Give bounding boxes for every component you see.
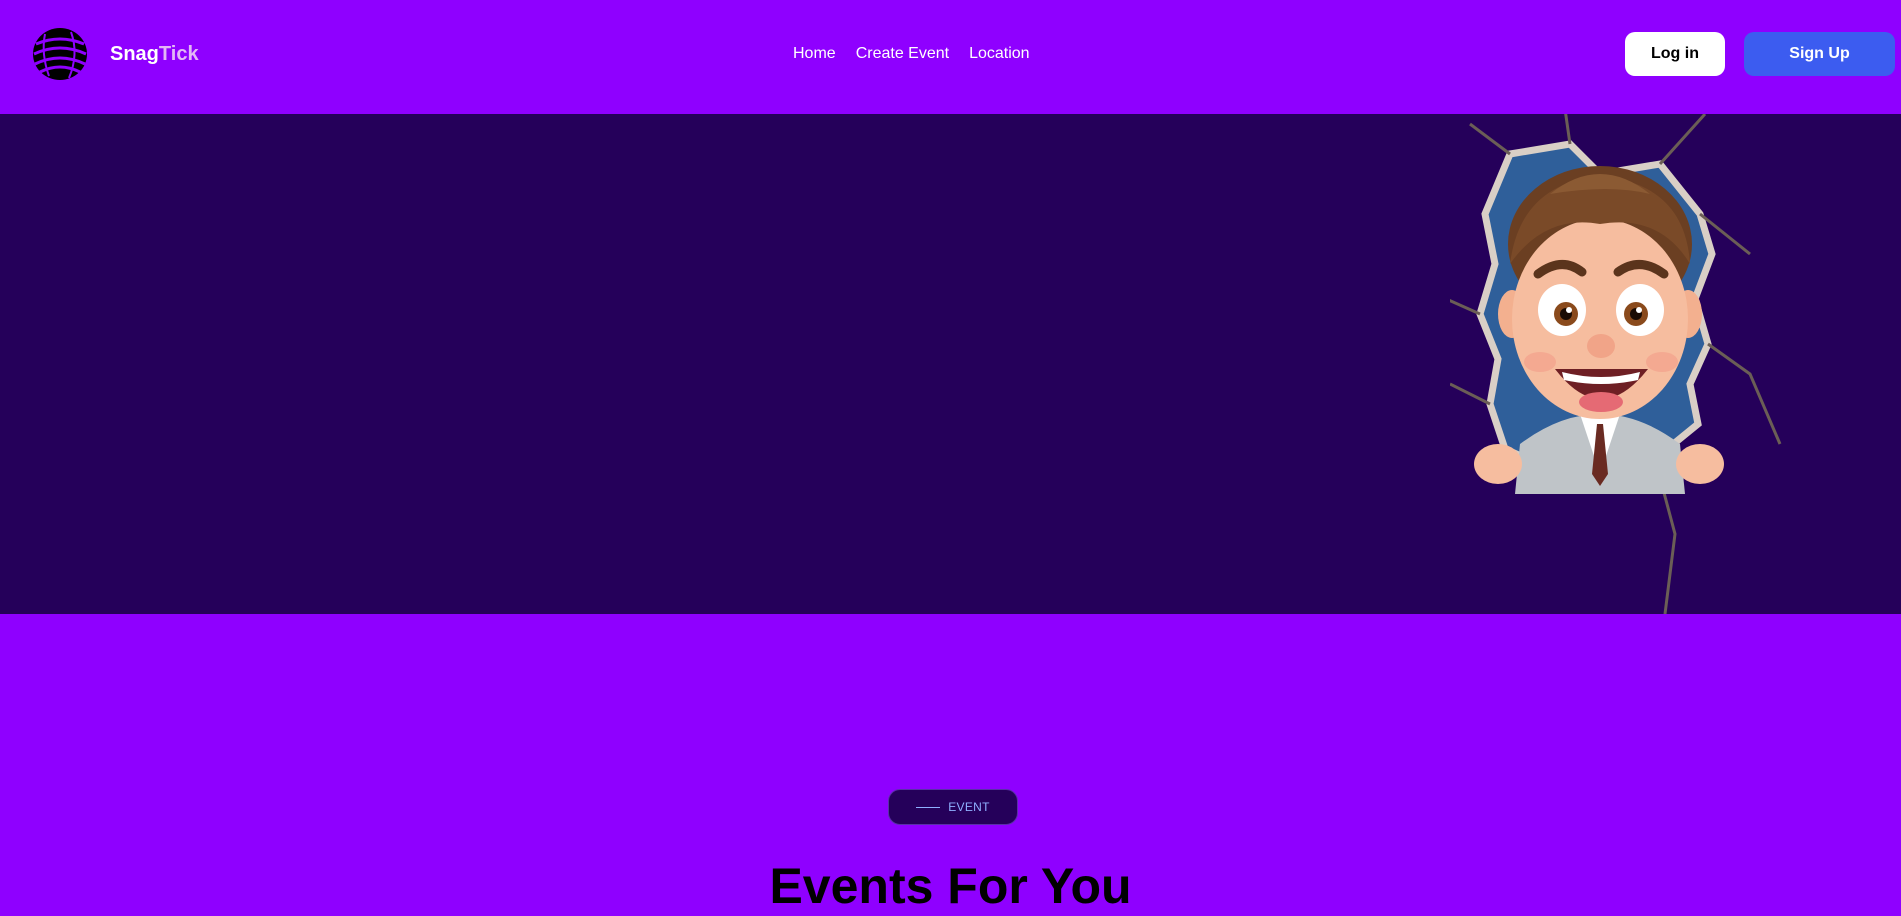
- events-section-title: Events For You: [769, 858, 1132, 914]
- login-button[interactable]: Log in: [1625, 32, 1725, 76]
- event-section-pill: EVENT: [888, 789, 1018, 825]
- logo-globe-icon[interactable]: [31, 26, 89, 82]
- cartoon-boy-illustration: [1450, 114, 1782, 614]
- event-pill-label: EVENT: [948, 800, 990, 814]
- hero-banner: [0, 114, 1901, 614]
- main-nav: Home Create Event Location: [793, 44, 1030, 64]
- nav-link-home[interactable]: Home: [793, 44, 836, 64]
- nav-link-create-event[interactable]: Create Event: [856, 44, 949, 64]
- nav-link-location[interactable]: Location: [969, 44, 1030, 64]
- signup-button[interactable]: Sign Up: [1744, 32, 1895, 76]
- brand-name[interactable]: SnagTick: [110, 42, 199, 66]
- top-navbar: SnagTick Home Create Event Location Log …: [0, 0, 1901, 114]
- brand-name-part1: Snag: [110, 43, 159, 65]
- pill-line-decoration: [916, 806, 941, 808]
- brand-name-part2: Tick: [158, 43, 199, 65]
